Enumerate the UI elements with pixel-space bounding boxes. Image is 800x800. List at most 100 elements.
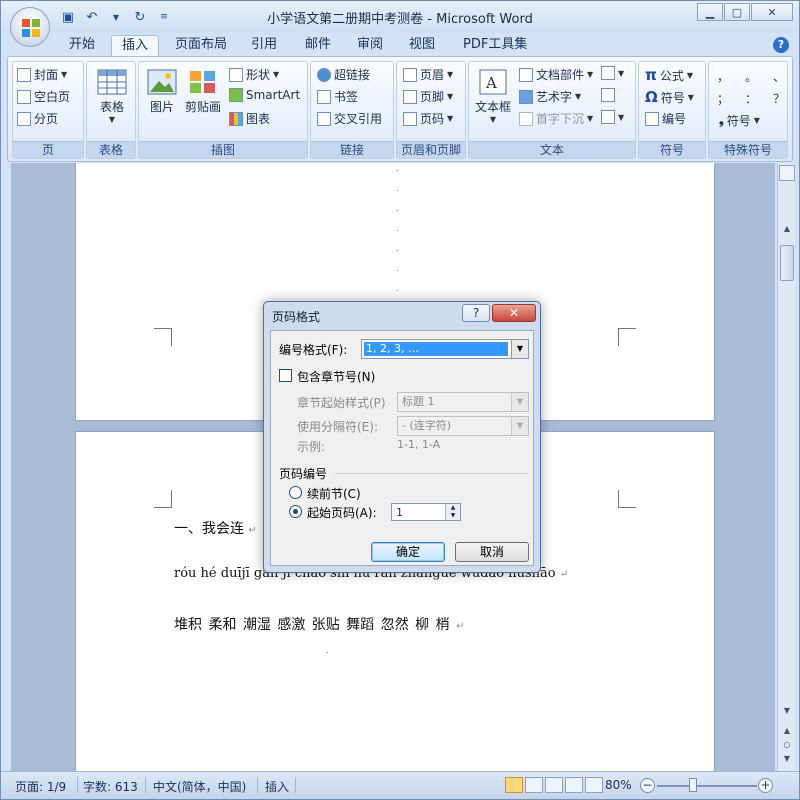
- numbering-section-label: 页码编号: [279, 467, 328, 481]
- paragraph-marks: .......: [396, 164, 399, 294]
- signature-line-button[interactable]: ▼: [601, 66, 624, 80]
- tab-insert[interactable]: 插入: [111, 35, 160, 58]
- symbol-button[interactable]: Ω 符号 ▼: [645, 88, 694, 106]
- object-icon: [601, 110, 615, 124]
- tab-review[interactable]: 审阅: [347, 35, 393, 55]
- tab-mailings[interactable]: 邮件: [295, 35, 341, 55]
- include-chapter-checkbox[interactable]: [279, 369, 292, 382]
- dropcap-button[interactable]: 首字下沉 ▼: [519, 110, 593, 127]
- tab-home[interactable]: 开始: [59, 35, 105, 55]
- number-format-select[interactable]: 1, 2, 3, … ▼: [361, 339, 529, 359]
- office-logo-icon: [22, 19, 40, 37]
- shapes-button[interactable]: 形状 ▼: [229, 66, 279, 83]
- table-button[interactable]: 表格 ▼: [95, 68, 129, 124]
- tab-pdf-tools[interactable]: PDF工具集: [453, 35, 537, 55]
- datetime-button[interactable]: [601, 88, 615, 102]
- tab-page-layout[interactable]: 页面布局: [165, 35, 237, 55]
- separator-select[interactable]: - (连字符) ▼: [397, 416, 529, 436]
- bookmark-button[interactable]: 书签: [317, 88, 358, 105]
- language-indicator[interactable]: 中文(简体，中国): [153, 778, 246, 795]
- crossref-button[interactable]: 交叉引用: [317, 110, 382, 127]
- scroll-up-icon[interactable]: ▲: [778, 221, 796, 237]
- hyperlink-button[interactable]: 超链接: [317, 66, 370, 83]
- group-label-links: 链接: [311, 141, 393, 158]
- page-number-label: 页码: [420, 112, 445, 126]
- outline-view-icon[interactable]: [565, 777, 583, 793]
- scroll-thumb[interactable]: [780, 245, 794, 281]
- tab-view[interactable]: 视图: [399, 35, 445, 55]
- dialog-help-button[interactable]: ?: [462, 304, 490, 322]
- maximize-button[interactable]: ▢: [724, 3, 750, 21]
- zoom-out-icon[interactable]: −: [640, 778, 655, 793]
- shapes-label: 形状: [246, 68, 271, 82]
- stepper-down-icon[interactable]: ▼: [445, 512, 460, 520]
- wordart-icon: [519, 89, 533, 104]
- full-screen-reading-icon[interactable]: [525, 777, 543, 793]
- cancel-button[interactable]: 取消: [455, 542, 529, 562]
- page-number-button[interactable]: 页码 ▼: [403, 110, 453, 127]
- zoom-level[interactable]: 80%: [605, 778, 632, 792]
- blank-page-button[interactable]: 空白页: [17, 88, 70, 105]
- start-at-stepper[interactable]: 1 ▲ ▼: [391, 503, 461, 521]
- smartart-icon: [229, 88, 243, 102]
- vertical-scrollbar[interactable]: ▲ ▼ ▲ ○ ▼: [777, 163, 795, 771]
- special-symbol-button[interactable]: ❟ 符号 ▼: [719, 112, 760, 129]
- chapter-style-label: 章节起始样式(P): [297, 396, 386, 410]
- ok-button[interactable]: 确定: [371, 542, 445, 562]
- chevron-down-icon[interactable]: ▼: [511, 340, 528, 358]
- office-button[interactable]: [10, 7, 50, 47]
- page-number-format-dialog: 页码格式 ? ✕ 编号格式(F): 1, 2, 3, … ▼ 包含章节号(N) …: [263, 301, 541, 573]
- comma-symbol[interactable]: ，: [717, 68, 729, 85]
- enum-comma-symbol[interactable]: 、: [773, 68, 785, 85]
- question-symbol[interactable]: ？: [773, 90, 785, 107]
- group-label-page: 页: [13, 141, 83, 158]
- colon-symbol[interactable]: ：: [745, 90, 757, 107]
- zoom-slider-thumb[interactable]: [689, 778, 697, 792]
- page-break-button[interactable]: 分页: [17, 110, 58, 127]
- insert-mode[interactable]: 插入: [265, 778, 289, 795]
- page-count[interactable]: 页面: 1/9: [15, 778, 66, 795]
- zoom-slider[interactable]: [657, 785, 757, 787]
- blank-page-icon: [17, 89, 31, 104]
- help-icon[interactable]: ?: [773, 37, 789, 53]
- dialog-close-button[interactable]: ✕: [492, 304, 536, 322]
- header-button[interactable]: 页眉 ▼: [403, 66, 453, 83]
- ruler-toggle-icon[interactable]: [779, 165, 795, 181]
- web-layout-icon[interactable]: [545, 777, 563, 793]
- stepper-up-icon[interactable]: ▲: [445, 504, 460, 512]
- chart-button[interactable]: 图表: [229, 110, 270, 127]
- footer-button[interactable]: 页脚 ▼: [403, 88, 453, 105]
- chapter-style-select[interactable]: 标题 1 ▼: [397, 392, 529, 412]
- chevron-down-icon[interactable]: ▼: [511, 417, 528, 435]
- semicolon-symbol[interactable]: ；: [717, 90, 729, 107]
- period-symbol[interactable]: 。: [745, 68, 757, 85]
- chart-icon: [229, 111, 243, 126]
- minimize-button[interactable]: ▁: [697, 3, 723, 21]
- cover-page-icon: [17, 67, 31, 82]
- clipart-button[interactable]: 剪贴画: [183, 68, 223, 115]
- smartart-button[interactable]: SmartArt: [229, 88, 300, 102]
- quickparts-button[interactable]: 文档部件 ▼: [519, 66, 593, 83]
- picture-button[interactable]: 图片: [145, 68, 179, 115]
- equation-button[interactable]: π 公式 ▼: [645, 66, 693, 84]
- cover-page-button[interactable]: 封面 ▼: [17, 66, 67, 83]
- window-title: 小学语文第二册期中考测卷 - Microsoft Word: [267, 12, 533, 27]
- start-at-radio[interactable]: [289, 505, 302, 518]
- continue-radio[interactable]: [289, 486, 302, 499]
- numbering-button[interactable]: 编号: [645, 110, 686, 127]
- object-button[interactable]: ▼: [601, 110, 624, 124]
- word-count[interactable]: 字数: 613: [83, 778, 138, 795]
- tab-references[interactable]: 引用: [241, 35, 287, 55]
- draft-view-icon[interactable]: [585, 777, 603, 793]
- chevron-down-icon[interactable]: ▼: [511, 393, 528, 411]
- zoom-in-icon[interactable]: +: [758, 778, 773, 793]
- ribbon: 封面 ▼ 空白页 分页 页 表格 ▼ 表格 图片 剪贴画 形状 ▼ SmartA…: [7, 56, 793, 162]
- footer-icon: [403, 89, 417, 104]
- close-button[interactable]: ✕: [751, 3, 793, 21]
- print-layout-view-icon[interactable]: [505, 777, 523, 793]
- wordart-button[interactable]: 艺术字 ▼: [519, 88, 581, 105]
- textbox-button[interactable]: A 文本框 ▼: [473, 68, 513, 124]
- number-format-label: 编号格式(F):: [279, 343, 348, 357]
- next-page-icon[interactable]: ▼: [778, 751, 796, 767]
- scroll-down-icon[interactable]: ▼: [778, 703, 796, 719]
